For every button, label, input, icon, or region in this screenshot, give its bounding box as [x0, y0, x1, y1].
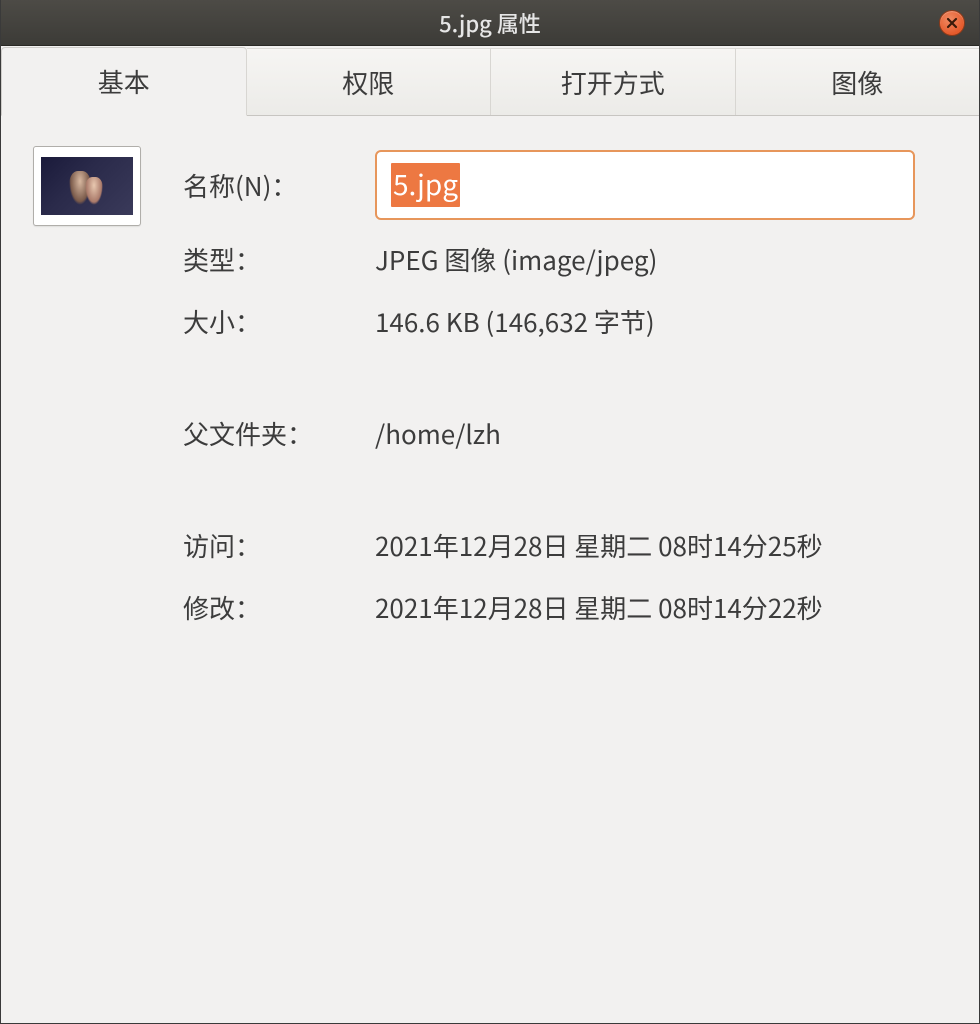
label-parent: 父文件夹： [183, 402, 375, 464]
label-modified: 修改： [183, 576, 375, 638]
tab-basic[interactable]: 基本 [1, 47, 247, 116]
tab-image[interactable]: 图像 [736, 48, 980, 115]
content-panel: 名称(N)： 5.jpg 类型： JPEG 图像 (image/jpeg) 大小… [1, 116, 979, 664]
close-icon [946, 17, 958, 29]
value-type: JPEG 图像 (image/jpeg) [375, 228, 947, 290]
label-size: 大小： [183, 290, 375, 352]
name-input-value: 5.jpg [391, 163, 460, 207]
titlebar: 5.jpg 属性 [1, 0, 979, 46]
window-title: 5.jpg 属性 [439, 7, 541, 39]
tab-open-with[interactable]: 打开方式 [491, 48, 736, 115]
label-name: 名称(N)： [183, 142, 375, 228]
value-size: 146.6 KB (146,632 字节) [375, 290, 947, 352]
file-thumbnail [33, 146, 141, 226]
value-modified: 2021年12月28日 星期二 08时14分22秒 [375, 576, 947, 638]
name-input[interactable]: 5.jpg [375, 150, 915, 220]
label-type: 类型： [183, 228, 375, 290]
thumbnail-image [41, 157, 133, 215]
value-accessed: 2021年12月28日 星期二 08时14分25秒 [375, 514, 947, 576]
tabs: 基本 权限 打开方式 图像 [1, 46, 979, 116]
value-parent: /home/lzh [375, 402, 947, 464]
close-button[interactable] [939, 10, 965, 36]
label-accessed: 访问： [183, 514, 375, 576]
tab-permissions[interactable]: 权限 [247, 48, 492, 115]
properties-window: 5.jpg 属性 基本 权限 打开方式 图像 名称(N)： 5.jpg [0, 0, 980, 1024]
